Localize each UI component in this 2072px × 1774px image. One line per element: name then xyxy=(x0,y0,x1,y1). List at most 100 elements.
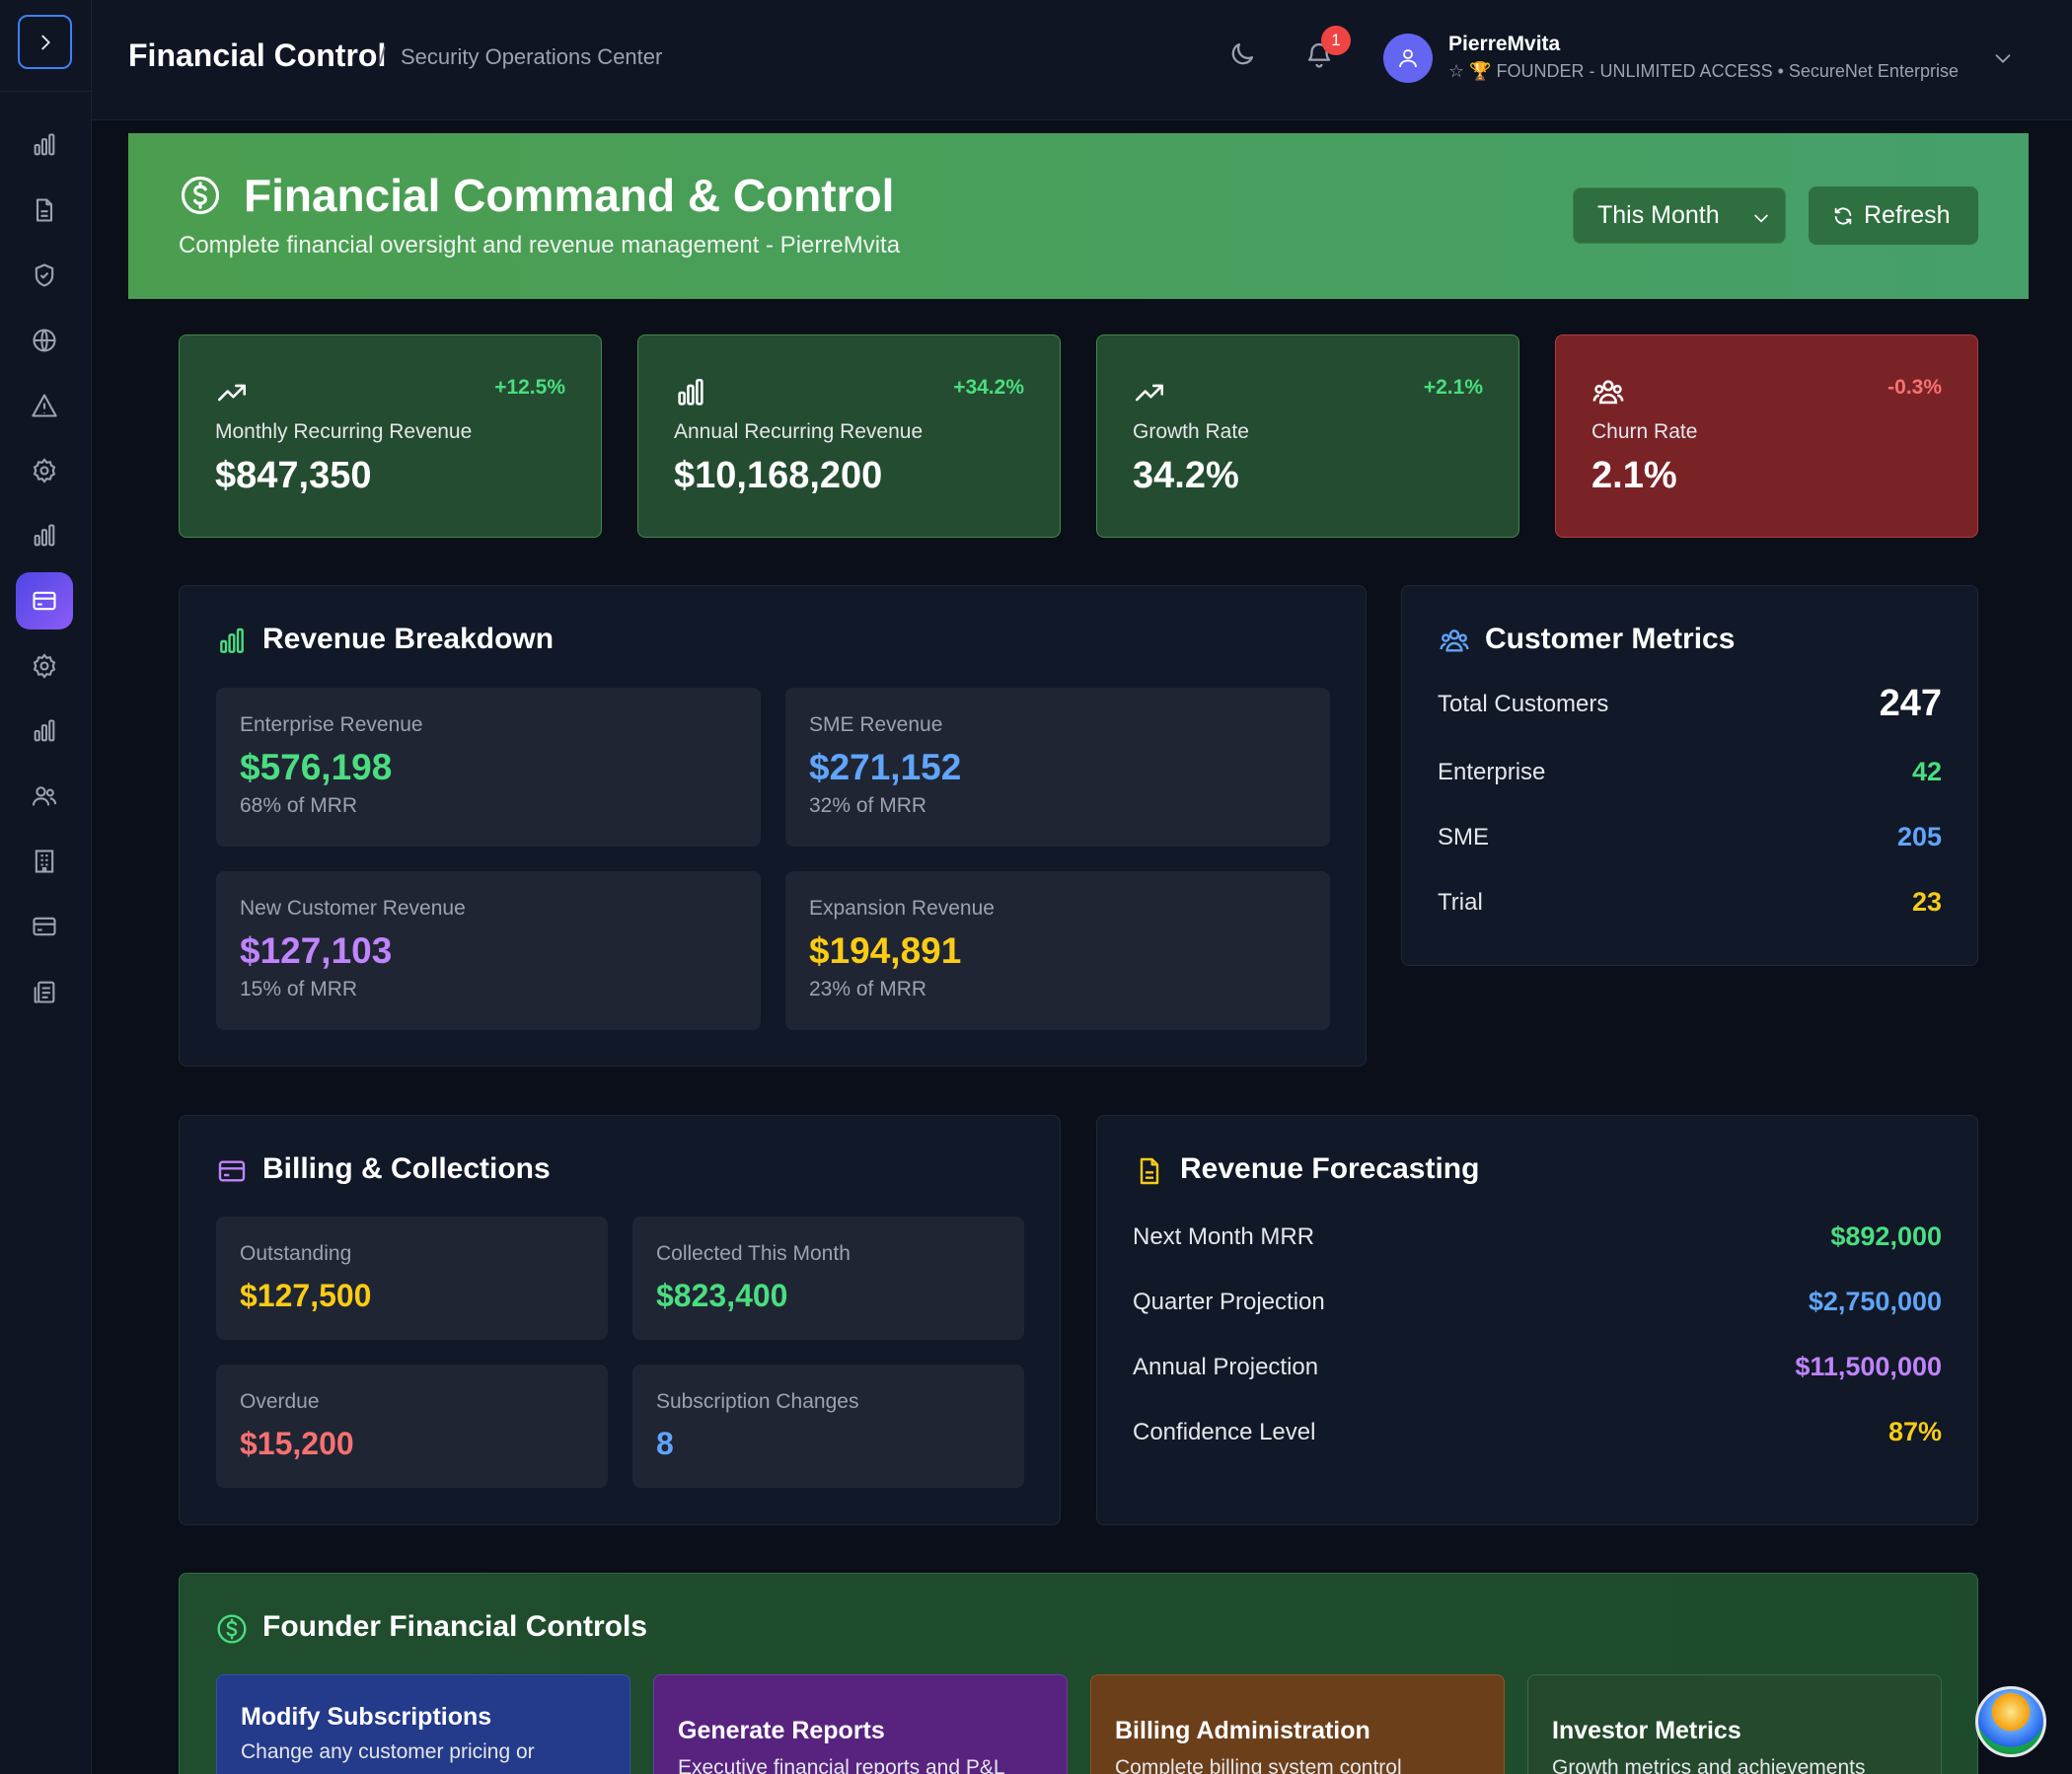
tile-sub: 32% of MRR xyxy=(809,794,927,817)
bar-chart-icon xyxy=(220,628,244,653)
kpi-card-mrr: +12.5% Monthly Recurring Revenue $847,35… xyxy=(179,334,602,538)
theme-toggle-button[interactable] xyxy=(1227,39,1257,69)
sidebar-item-metrics[interactable] xyxy=(16,702,73,760)
app-title: Financial Control xyxy=(128,37,387,73)
card-description: Executive financial reports and P&L xyxy=(678,1756,1005,1774)
sidebar-item-analytics[interactable] xyxy=(16,116,73,174)
sidebar-item-alerts[interactable] xyxy=(16,377,73,434)
credit-card-icon xyxy=(218,1160,246,1182)
kpi-card-growth: +2.1% Growth Rate 34.2% xyxy=(1096,334,1519,538)
kpi-value: 2.1% xyxy=(1591,455,1677,496)
billing-tile-subscription-changes: Subscription Changes 8 xyxy=(632,1365,1024,1488)
tile-value: $576,198 xyxy=(240,747,393,787)
panel-title: Revenue Breakdown xyxy=(262,623,555,655)
sidebar-divider xyxy=(0,91,92,92)
document-icon xyxy=(36,198,53,222)
metric-row: Annual Projection $11,500,000 xyxy=(1133,1348,1942,1387)
bar-chart-icon xyxy=(34,133,55,156)
tile-value: $271,152 xyxy=(809,747,962,787)
avatar[interactable] xyxy=(1383,34,1433,83)
kpi-value: $847,350 xyxy=(215,455,372,496)
tile-value: $194,891 xyxy=(809,930,962,971)
kpi-delta: -0.3% xyxy=(1887,376,1942,399)
metric-label: Quarter Projection xyxy=(1133,1289,1325,1315)
panel-title: Billing & Collections xyxy=(262,1152,551,1185)
metric-value: $892,000 xyxy=(1830,1221,1942,1251)
revenue-tile-expansion: Expansion Revenue $194,891 23% of MRR xyxy=(785,871,1330,1030)
chevron-down-icon xyxy=(1754,214,1768,223)
card-description: Growth metrics and achievements xyxy=(1552,1756,1866,1774)
billing-tile-outstanding: Outstanding $127,500 xyxy=(216,1217,608,1340)
period-select-value: This Month xyxy=(1597,201,1720,229)
gear-icon xyxy=(33,653,56,679)
users-icon xyxy=(1440,629,1469,652)
kpi-card-churn: -0.3% Churn Rate 2.1% xyxy=(1555,334,1978,538)
metric-label: Total Customers xyxy=(1438,691,1609,717)
chevron-down-icon xyxy=(1995,54,2011,63)
dollar-circle-icon xyxy=(217,1614,247,1644)
bar-chart-icon xyxy=(34,524,55,547)
kpi-delta: +34.2% xyxy=(953,376,1024,399)
sidebar-item-audit[interactable] xyxy=(16,963,73,1020)
tile-value: $823,400 xyxy=(656,1278,788,1313)
customer-metrics-panel: Customer Metrics Total Customers 247 Ent… xyxy=(1401,585,1978,966)
sidebar-item-security[interactable] xyxy=(16,247,73,304)
metric-row: Total Customers 247 xyxy=(1438,683,1942,724)
revenue-tile-sme: SME Revenue $271,152 32% of MRR xyxy=(785,688,1330,847)
investor-metrics-card[interactable]: Investor Metrics Growth metrics and achi… xyxy=(1527,1674,1942,1774)
metric-value: 87% xyxy=(1887,1417,1942,1446)
sidebar-item-configuration[interactable] xyxy=(16,637,73,695)
period-select[interactable]: This Month xyxy=(1573,187,1786,244)
card-title: Generate Reports xyxy=(678,1717,885,1744)
trending-up-icon xyxy=(1135,384,1164,402)
tile-label: Outstanding xyxy=(240,1242,352,1265)
kpi-card-arr: +34.2% Annual Recurring Revenue $10,168,… xyxy=(637,334,1061,538)
alert-triangle-icon xyxy=(32,394,57,417)
trending-up-icon xyxy=(217,384,247,402)
tile-label: Overdue xyxy=(240,1390,320,1413)
panel-title: Revenue Forecasting xyxy=(1180,1152,1480,1185)
modify-subscriptions-card[interactable]: Modify Subscriptions Change any customer… xyxy=(216,1674,630,1774)
metric-row: Quarter Projection $2,750,000 xyxy=(1133,1283,1942,1322)
kpi-label: Monthly Recurring Revenue xyxy=(215,420,473,443)
sidebar-toggle-button[interactable] xyxy=(18,15,72,69)
user-icon xyxy=(1399,49,1417,68)
tile-label: Expansion Revenue xyxy=(809,897,995,920)
sidebar-item-settings[interactable] xyxy=(16,442,73,499)
credit-card-icon xyxy=(33,591,56,611)
tile-sub: 15% of MRR xyxy=(240,978,358,1000)
sidebar-item-network[interactable] xyxy=(16,312,73,369)
kpi-value: $10,168,200 xyxy=(674,455,883,496)
sidebar-item-organization[interactable] xyxy=(16,833,73,890)
globe-icon xyxy=(33,329,56,352)
breadcrumb[interactable]: Security Operations Center xyxy=(401,44,662,70)
card-title: Investor Metrics xyxy=(1552,1717,1741,1744)
sidebar-item-users[interactable] xyxy=(16,768,73,825)
metric-row: Trial 23 xyxy=(1438,883,1942,923)
document-icon xyxy=(1140,1157,1159,1185)
sidebar-item-billing[interactable] xyxy=(16,898,73,955)
card-title: Modify Subscriptions xyxy=(241,1703,492,1731)
revenue-tile-enterprise: Enterprise Revenue $576,198 68% of MRR xyxy=(216,688,761,847)
billing-administration-card[interactable]: Billing Administration Complete billing … xyxy=(1090,1674,1505,1774)
bar-chart-icon xyxy=(678,378,703,406)
metric-value: 23 xyxy=(1911,887,1942,917)
bar-chart-icon xyxy=(34,719,55,742)
revenue-forecasting-panel: Revenue Forecasting Next Month MRR $892,… xyxy=(1096,1115,1978,1525)
credit-card-icon xyxy=(33,917,56,936)
refresh-button[interactable]: Refresh xyxy=(1809,186,1978,245)
sidebar-item-financial[interactable] xyxy=(16,572,73,629)
generate-reports-card[interactable]: Generate Reports Executive financial rep… xyxy=(653,1674,1068,1774)
sidebar-item-documents[interactable] xyxy=(16,182,73,239)
metric-value: $2,750,000 xyxy=(1808,1287,1942,1316)
refresh-label: Refresh xyxy=(1864,201,1951,229)
kpi-delta: +12.5% xyxy=(494,376,565,399)
tile-label: SME Revenue xyxy=(809,713,943,736)
tile-sub: 68% of MRR xyxy=(240,794,358,817)
assistant-avatar-button[interactable] xyxy=(1975,1686,2046,1757)
notification-badge: 1 xyxy=(1321,26,1351,55)
user-menu-button[interactable] xyxy=(1992,47,2014,69)
sidebar-item-reports[interactable] xyxy=(16,507,73,564)
shield-icon xyxy=(35,263,54,287)
tile-label: New Customer Revenue xyxy=(240,897,466,920)
